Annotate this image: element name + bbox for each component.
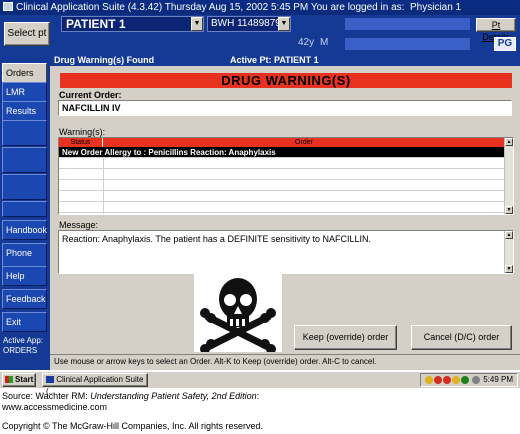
warnings-table: Status Order New Order Allergy to : Peni… bbox=[58, 137, 514, 215]
source-caption: Source: Wachter RM: Understanding Patien… bbox=[2, 391, 259, 401]
message-label: Message: bbox=[59, 220, 99, 230]
app-icon bbox=[3, 2, 13, 11]
message-box: Reaction: Anaphylaxis. The patient has a… bbox=[58, 230, 514, 274]
active-app-label: Active App: bbox=[3, 336, 44, 345]
windows-logo-icon bbox=[4, 376, 13, 383]
sidebar-item-results[interactable]: Results bbox=[2, 101, 47, 121]
sidebar-item-blank[interactable] bbox=[2, 174, 47, 200]
sidebar-item-exit[interactable]: Exit bbox=[2, 312, 47, 332]
keep-override-button[interactable]: Keep (override) order bbox=[294, 325, 397, 350]
table-header: Status Order bbox=[59, 138, 505, 147]
drug-warning-panel: Drug Warning(s) Found Active Pt: PATIENT… bbox=[50, 54, 520, 370]
cancel-dc-button[interactable]: Cancel (D/C) order bbox=[411, 325, 512, 350]
status-strip: Drug Warning(s) Found Active Pt: PATIENT… bbox=[50, 54, 520, 66]
table-row[interactable]: New Order Allergy to : Penicillins React… bbox=[59, 147, 505, 158]
patient-age: 42y bbox=[298, 37, 315, 48]
chevron-down-icon[interactable]: ▼ bbox=[191, 17, 203, 31]
scroll-down-icon[interactable]: ▼ bbox=[505, 265, 513, 273]
patient-sex: M bbox=[320, 37, 329, 48]
skull-crossbones-icon bbox=[194, 273, 282, 354]
app-icon bbox=[46, 376, 54, 383]
speaker-icon[interactable] bbox=[472, 376, 480, 384]
header-info-bar bbox=[345, 18, 470, 30]
sidebar-item-orders[interactable]: Orders bbox=[2, 63, 47, 83]
sidebar-item-blank[interactable] bbox=[2, 147, 47, 173]
column-header-order: Order bbox=[295, 139, 313, 146]
tray-icon[interactable] bbox=[452, 376, 460, 384]
table-row-empty bbox=[59, 180, 505, 191]
status-hint: Use mouse or arrow keys to select an Ord… bbox=[50, 354, 520, 370]
sidebar-item-handbook[interactable]: Handbook bbox=[2, 220, 47, 240]
taskbar: Start Clinical Application Suite (... 5:… bbox=[0, 371, 520, 396]
active-app-value: ORDERS bbox=[3, 346, 38, 355]
screen: Clinical Application Suite (4.3.42) Thur… bbox=[0, 0, 520, 434]
active-patient-label: Active Pt: PATIENT 1 bbox=[230, 55, 319, 65]
warnings-found-label: Drug Warning(s) Found bbox=[54, 55, 155, 65]
taskbar-clock: 5:49 PM bbox=[483, 375, 513, 384]
table-row-empty bbox=[59, 158, 505, 169]
logged-in-user: Physician 1 bbox=[409, 2, 462, 13]
header-info-bar bbox=[345, 38, 470, 50]
source-suffix: : bbox=[256, 391, 260, 401]
scroll-up-icon[interactable]: ▲ bbox=[505, 231, 513, 239]
tray-icon[interactable] bbox=[434, 376, 442, 384]
tray-icon[interactable] bbox=[425, 376, 433, 384]
message-text: Reaction: Anaphylaxis. The patient has a… bbox=[62, 234, 371, 244]
source-title: Understanding Patient Safety, 2nd Editio… bbox=[90, 391, 257, 401]
patient-header: Select pt PATIENT 1 ▼ BWH 11489879 ▼ 42y… bbox=[0, 15, 520, 54]
current-order-field: NAFCILLIN IV bbox=[58, 100, 512, 116]
sidebar-item-blank[interactable] bbox=[2, 120, 47, 146]
active-app-indicator: Active App: ORDERS bbox=[3, 336, 43, 356]
patient-selector[interactable]: PATIENT 1 ▼ bbox=[61, 16, 204, 32]
table-row-empty bbox=[59, 169, 505, 180]
sidebar-item-feedback[interactable]: Feedback bbox=[2, 289, 47, 309]
source-url: www.accessmedicine.com bbox=[2, 402, 108, 412]
tray-icon[interactable] bbox=[461, 376, 469, 384]
message-scrollbar[interactable]: ▲ ▼ bbox=[504, 231, 513, 273]
mrn-value: BWH 11489879 bbox=[211, 18, 281, 29]
sidebar-nav: Orders LMR Results Handbook Phone Dir He… bbox=[0, 54, 50, 370]
chevron-down-icon[interactable]: ▼ bbox=[278, 17, 290, 31]
column-header-status: Status bbox=[59, 138, 103, 147]
scroll-down-icon[interactable]: ▼ bbox=[505, 206, 513, 214]
scroll-up-icon[interactable]: ▲ bbox=[505, 138, 513, 146]
sidebar-item-blank[interactable] bbox=[2, 201, 47, 217]
taskbar-item-clinical-suite[interactable]: Clinical Application Suite (... bbox=[42, 373, 148, 396]
sidebar-item-lmr[interactable]: LMR bbox=[2, 82, 47, 102]
table-row-empty bbox=[59, 202, 505, 213]
warnings-label: Warning(s): bbox=[59, 127, 106, 137]
sidebar-item-help[interactable]: Help bbox=[2, 266, 47, 286]
copyright-notice: Copyright © The McGraw-Hill Companies, I… bbox=[2, 421, 264, 431]
source-prefix: Source: Wachter RM: bbox=[2, 391, 91, 401]
partners-logo: PG bbox=[494, 37, 516, 51]
start-label: Start bbox=[15, 375, 34, 384]
warnings-scrollbar[interactable]: ▲ ▼ bbox=[504, 138, 513, 214]
patient-name: PATIENT 1 bbox=[66, 17, 126, 31]
column-divider bbox=[103, 158, 104, 214]
table-row-empty bbox=[59, 191, 505, 202]
start-button[interactable]: Start bbox=[2, 373, 36, 387]
drug-warning-banner: DRUG WARNING(S) bbox=[60, 73, 512, 88]
patient-details-button[interactable]: Pt Details bbox=[476, 18, 516, 42]
window-title-bar: Clinical Application Suite (4.3.42) Thur… bbox=[0, 0, 520, 15]
current-order-label: Current Order: bbox=[59, 90, 122, 100]
tray-icon[interactable] bbox=[443, 376, 451, 384]
window-title: Clinical Application Suite (4.3.42) Thur… bbox=[16, 2, 405, 13]
mrn-selector[interactable]: BWH 11489879 ▼ bbox=[207, 16, 291, 32]
select-patient-button[interactable]: Select pt bbox=[4, 22, 50, 46]
system-tray: 5:49 PM bbox=[420, 373, 518, 387]
